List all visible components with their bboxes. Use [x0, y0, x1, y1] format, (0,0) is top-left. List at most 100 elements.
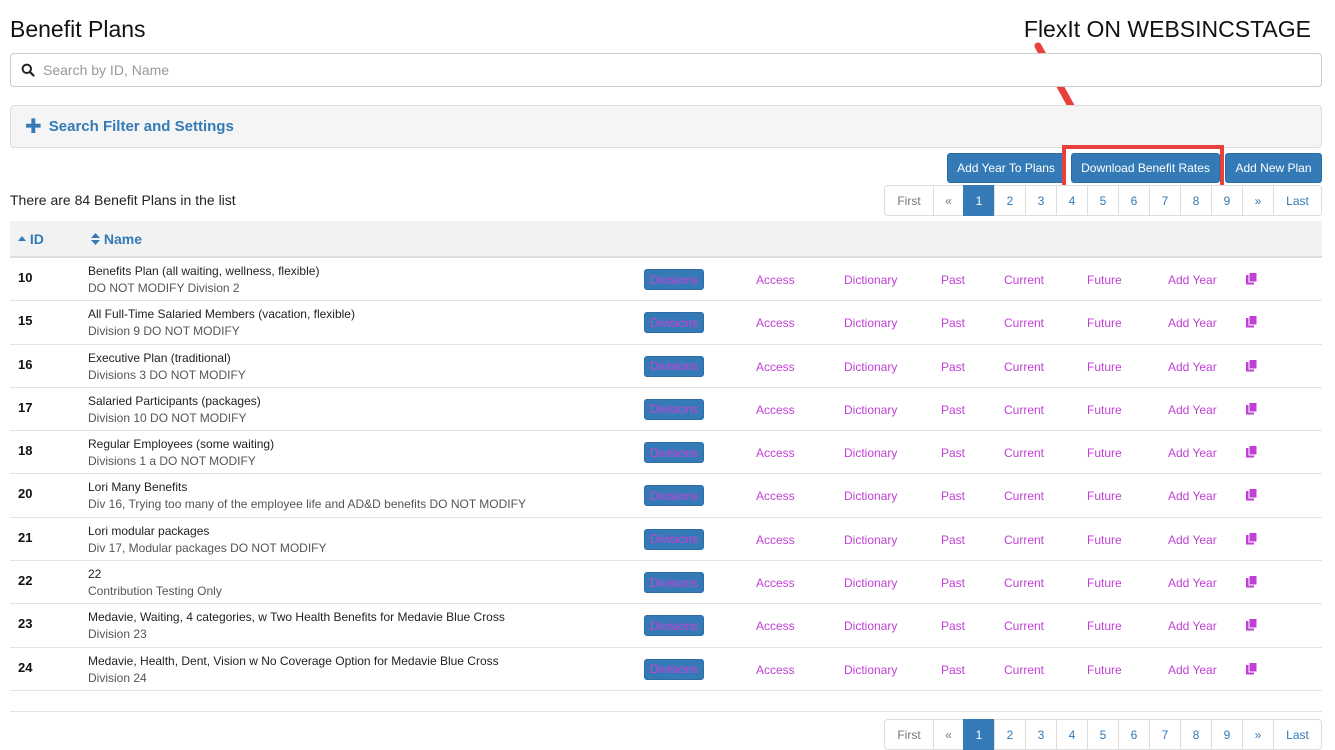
copy-icon[interactable]: [1245, 401, 1258, 415]
current-link[interactable]: Current: [1004, 576, 1044, 590]
dictionary-link[interactable]: Dictionary: [844, 360, 897, 374]
current-link[interactable]: Current: [1004, 533, 1044, 547]
copy-icon[interactable]: [1245, 315, 1258, 328]
pagination-next[interactable]: »: [1242, 719, 1274, 750]
future-link[interactable]: Future: [1087, 619, 1122, 633]
current-link[interactable]: Current: [1004, 403, 1044, 417]
past-link[interactable]: Past: [941, 273, 965, 287]
future-link[interactable]: Future: [1087, 360, 1122, 374]
access-link[interactable]: Access: [756, 273, 795, 287]
access-link[interactable]: Access: [756, 663, 795, 677]
access-link[interactable]: Access: [756, 619, 795, 633]
access-link[interactable]: Access: [756, 533, 795, 547]
dictionary-link[interactable]: Dictionary: [844, 533, 897, 547]
divisions-button[interactable]: Divisions: [644, 355, 704, 377]
past-link[interactable]: Past: [941, 619, 965, 633]
copy-icon[interactable]: [1245, 272, 1258, 285]
current-link[interactable]: Current: [1004, 273, 1044, 287]
pagination-page-1[interactable]: 1: [963, 719, 995, 750]
past-link[interactable]: Past: [941, 489, 965, 503]
search-input[interactable]: [41, 54, 1311, 86]
sort-id-header[interactable]: ID: [18, 231, 44, 247]
pagination-first[interactable]: First: [884, 185, 934, 216]
access-link[interactable]: Access: [756, 360, 795, 374]
dictionary-link[interactable]: Dictionary: [844, 576, 897, 590]
pagination-page-3[interactable]: 3: [1025, 185, 1057, 216]
access-link[interactable]: Access: [756, 403, 795, 417]
access-link[interactable]: Access: [756, 446, 795, 460]
pagination-page-4[interactable]: 4: [1056, 719, 1088, 750]
future-link[interactable]: Future: [1087, 663, 1122, 677]
add-year-link[interactable]: Add Year: [1168, 576, 1217, 590]
access-link[interactable]: Access: [756, 576, 795, 590]
add-year-link[interactable]: Add Year: [1168, 403, 1217, 417]
dictionary-link[interactable]: Dictionary: [844, 663, 897, 677]
copy-icon[interactable]: [1245, 618, 1258, 631]
divisions-button[interactable]: Divisions: [644, 398, 704, 420]
pagination-last[interactable]: Last: [1273, 719, 1322, 750]
pagination-page-8[interactable]: 8: [1180, 185, 1212, 216]
pagination-page-7[interactable]: 7: [1149, 719, 1181, 750]
add-year-to-plans-button[interactable]: Add Year To Plans: [947, 153, 1065, 183]
search-filter-toggle[interactable]: ✚ Search Filter and Settings: [10, 105, 1322, 148]
future-link[interactable]: Future: [1087, 316, 1122, 330]
past-link[interactable]: Past: [941, 403, 965, 417]
divisions-button[interactable]: Divisions: [644, 615, 704, 637]
pagination-prev[interactable]: «: [933, 719, 964, 750]
copy-icon[interactable]: [1245, 445, 1258, 458]
divisions-button[interactable]: Divisions: [644, 528, 704, 550]
add-year-link[interactable]: Add Year: [1168, 446, 1217, 460]
pagination-page-7[interactable]: 7: [1149, 185, 1181, 216]
copy-icon[interactable]: [1245, 488, 1258, 501]
pagination-first[interactable]: First: [884, 719, 934, 750]
add-year-link[interactable]: Add Year: [1168, 360, 1217, 374]
pagination-page-1[interactable]: 1: [963, 185, 995, 216]
add-year-link[interactable]: Add Year: [1168, 663, 1217, 677]
divisions-button[interactable]: Divisions: [644, 269, 704, 290]
copy-icon[interactable]: [1245, 661, 1258, 675]
access-link[interactable]: Access: [756, 489, 795, 503]
past-link[interactable]: Past: [941, 576, 965, 590]
future-link[interactable]: Future: [1087, 489, 1122, 503]
dictionary-link[interactable]: Dictionary: [844, 489, 897, 503]
pagination-last[interactable]: Last: [1273, 185, 1322, 216]
future-link[interactable]: Future: [1087, 446, 1122, 460]
future-link[interactable]: Future: [1087, 576, 1122, 590]
dictionary-link[interactable]: Dictionary: [844, 619, 897, 633]
pagination-page-9[interactable]: 9: [1211, 185, 1243, 216]
dictionary-link[interactable]: Dictionary: [844, 316, 897, 330]
download-benefit-rates-button[interactable]: Download Benefit Rates: [1071, 153, 1220, 183]
divisions-button[interactable]: Divisions: [644, 312, 704, 334]
add-year-link[interactable]: Add Year: [1168, 316, 1217, 330]
add-year-link[interactable]: Add Year: [1168, 533, 1217, 547]
pagination-page-9[interactable]: 9: [1211, 719, 1243, 750]
access-link[interactable]: Access: [756, 316, 795, 330]
copy-icon[interactable]: [1245, 575, 1258, 588]
divisions-button[interactable]: Divisions: [644, 572, 704, 594]
sort-name-header[interactable]: Name: [91, 231, 142, 247]
current-link[interactable]: Current: [1004, 446, 1044, 460]
current-link[interactable]: Current: [1004, 316, 1044, 330]
dictionary-link[interactable]: Dictionary: [844, 403, 897, 417]
pagination-page-2[interactable]: 2: [994, 185, 1026, 216]
pagination-page-4[interactable]: 4: [1056, 185, 1088, 216]
past-link[interactable]: Past: [941, 663, 965, 677]
past-link[interactable]: Past: [941, 360, 965, 374]
pagination-page-6[interactable]: 6: [1118, 719, 1150, 750]
pagination-page-5[interactable]: 5: [1087, 719, 1119, 750]
add-new-plan-button[interactable]: Add New Plan: [1225, 153, 1322, 183]
past-link[interactable]: Past: [941, 446, 965, 460]
past-link[interactable]: Past: [941, 316, 965, 330]
current-link[interactable]: Current: [1004, 489, 1044, 503]
pagination-page-5[interactable]: 5: [1087, 185, 1119, 216]
dictionary-link[interactable]: Dictionary: [844, 446, 897, 460]
pagination-page-8[interactable]: 8: [1180, 719, 1212, 750]
copy-icon[interactable]: [1245, 358, 1258, 372]
add-year-link[interactable]: Add Year: [1168, 273, 1217, 287]
past-link[interactable]: Past: [941, 533, 965, 547]
dictionary-link[interactable]: Dictionary: [844, 273, 897, 287]
current-link[interactable]: Current: [1004, 360, 1044, 374]
future-link[interactable]: Future: [1087, 403, 1122, 417]
copy-icon[interactable]: [1245, 531, 1258, 545]
future-link[interactable]: Future: [1087, 533, 1122, 547]
